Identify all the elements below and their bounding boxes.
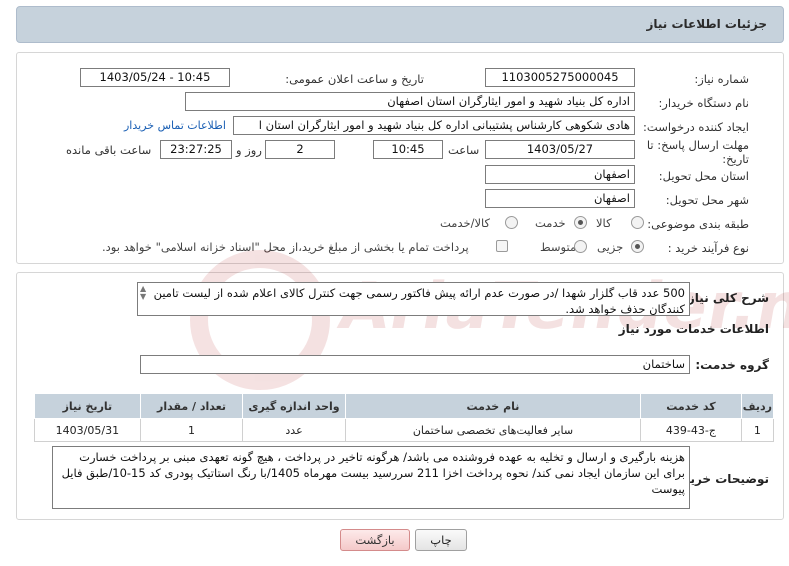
- category-option-both-label: کالا/خدمت: [440, 216, 491, 230]
- category-option-service-radio[interactable]: [574, 216, 587, 229]
- summary-label: شرح کلی نیاز:: [683, 291, 769, 305]
- province-label: استان محل تحویل:: [658, 169, 749, 183]
- service-group-field: ساختمان: [140, 355, 690, 374]
- days-label: روز و: [236, 143, 262, 157]
- treasury-payment-note: پرداخت تمام یا بخشی از مبلغ خرید،از محل …: [102, 240, 469, 254]
- need-number-label: شماره نیاز:: [694, 72, 749, 86]
- category-option-both-radio[interactable]: [505, 216, 518, 229]
- summary-text: 500 عدد قاب گلزار شهدا /در صورت عدم ارائ…: [153, 286, 685, 316]
- deadline-time-label: ساعت: [448, 143, 480, 157]
- process-option-minor-radio[interactable]: [631, 240, 644, 253]
- page-title-bar: جزئیات اطلاعات نیاز: [16, 6, 784, 43]
- service-group-label: گروه خدمت:: [695, 358, 769, 372]
- cell-need-date: 1403/05/31: [34, 418, 141, 442]
- back-button[interactable]: بازگشت: [340, 529, 410, 551]
- col-header-unit: واحد اندازه گیری: [242, 393, 346, 419]
- category-option-goods-radio[interactable]: [631, 216, 644, 229]
- process-option-minor-label: جزیی: [597, 240, 624, 254]
- services-table: ردیف کد خدمت نام خدمت واحد اندازه گیری ت…: [34, 393, 775, 442]
- summary-textarea[interactable]: 500 عدد قاب گلزار شهدا /در صورت عدم ارائ…: [137, 282, 690, 316]
- services-section-title: اطلاعات خدمات مورد نیاز: [618, 322, 769, 336]
- requester-field: هادی شکوهی کارشناس پشتیبانی اداره کل بنی…: [233, 116, 635, 135]
- city-field: اصفهان: [485, 189, 635, 208]
- remaining-label: ساعت باقی مانده: [66, 143, 152, 157]
- days-field: 2: [265, 140, 335, 159]
- process-option-medium-radio[interactable]: [574, 240, 587, 253]
- col-header-quantity: تعداد / مقدار: [139, 393, 244, 419]
- category-option-service-label: خدمت: [535, 216, 566, 230]
- cell-row-number: 1: [740, 418, 775, 442]
- col-header-service-name: نام خدمت: [344, 393, 642, 419]
- treasury-payment-checkbox[interactable]: [496, 240, 508, 252]
- buyer-contact-link[interactable]: اطلاعات تماس خریدار: [124, 119, 226, 132]
- announce-date-label: تاریخ و ساعت اعلان عمومی:: [285, 72, 424, 86]
- need-number-field: 1103005275000045: [485, 68, 635, 87]
- deadline-time-field: 10:45: [373, 140, 443, 159]
- buyer-notes-text: هزینه بارگیری و ارسال و تخلیه به عهده فر…: [61, 450, 685, 496]
- deadline-label-line2: تاریخ:: [722, 152, 749, 166]
- category-label: طبقه بندی موضوعی:: [647, 217, 749, 231]
- cell-service-name: سایر فعالیت‌های تخصصی ساختمان: [344, 418, 642, 442]
- cell-service-code: ج-43-439: [640, 418, 742, 442]
- buyer-name-label: نام دستگاه خریدار:: [658, 96, 749, 110]
- page-title: جزئیات اطلاعات نیاز: [646, 17, 767, 31]
- buyer-name-field: اداره کل بنیاد شهید و امور ایثارگران است…: [185, 92, 635, 111]
- requester-label: ایجاد کننده درخواست:: [643, 120, 749, 134]
- announce-date-field: 1403/05/24 - 10:45: [80, 68, 230, 87]
- deadline-date-field: 1403/05/27: [485, 140, 635, 159]
- table-row: 1 ج-43-439 سایر فعالیت‌های تخصصی ساختمان…: [34, 418, 775, 442]
- table-header-row: ردیف کد خدمت نام خدمت واحد اندازه گیری ت…: [34, 393, 775, 419]
- cell-unit: عدد: [242, 418, 346, 442]
- category-option-goods-label: کالا: [596, 216, 612, 230]
- city-label: شهر محل تحویل:: [665, 193, 749, 207]
- remaining-time-field: 23:27:25: [160, 140, 232, 159]
- province-field: اصفهان: [485, 165, 635, 184]
- scroll-arrows-icon[interactable]: ▲ ▼: [140, 285, 146, 301]
- col-header-need-date: تاریخ نیاز: [34, 393, 141, 419]
- cell-quantity: 1: [139, 418, 244, 442]
- col-header-service-code: کد خدمت: [640, 393, 742, 419]
- process-type-label: نوع فرآیند خرید :: [667, 241, 749, 255]
- col-header-row-number: ردیف: [740, 393, 775, 419]
- process-option-medium-label: متوسط: [540, 240, 577, 254]
- deadline-label-line1: مهلت ارسال پاسخ: تا: [646, 138, 749, 152]
- print-button[interactable]: چاپ: [415, 529, 467, 551]
- buyer-notes-textarea[interactable]: هزینه بارگیری و ارسال و تخلیه به عهده فر…: [52, 446, 690, 509]
